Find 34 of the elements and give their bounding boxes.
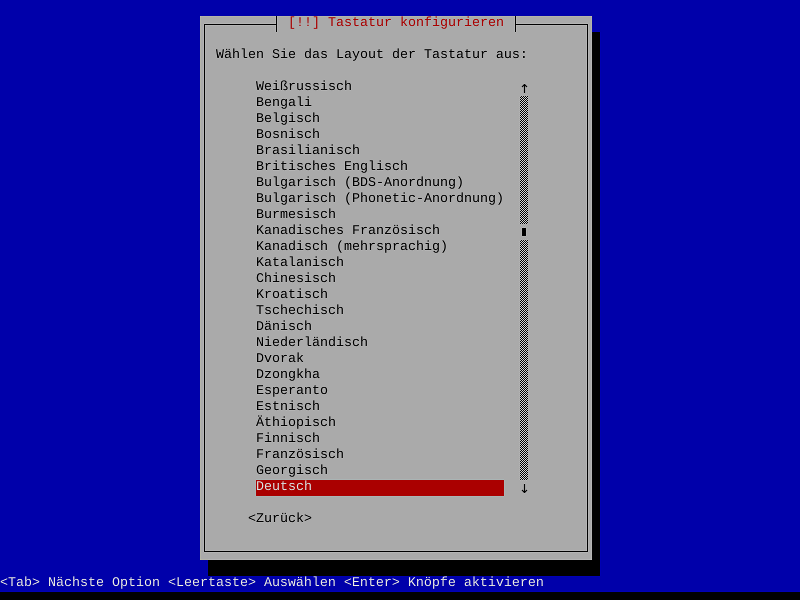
scrollbar-track[interactable] (520, 96, 528, 480)
list-option[interactable]: Estnisch (256, 400, 504, 416)
list-option[interactable]: Burmesisch (256, 208, 504, 224)
list-option[interactable]: Finnisch (256, 432, 504, 448)
scroll-down-arrow-icon[interactable] (520, 484, 528, 492)
list-option[interactable]: Kanadisch (mehrsprachig) (256, 240, 504, 256)
list-option[interactable]: Esperanto (256, 384, 504, 400)
list-option[interactable]: Tschechisch (256, 304, 504, 320)
list-option[interactable]: Katalanisch (256, 256, 504, 272)
back-button[interactable]: <Zurück> (248, 512, 312, 528)
list-option[interactable]: Georgisch (256, 464, 504, 480)
list-option[interactable]: Bosnisch (256, 128, 504, 144)
scroll-up-arrow-icon[interactable] (520, 84, 528, 92)
list-option[interactable]: Französisch (256, 448, 504, 464)
list-option[interactable]: Dänisch (256, 320, 504, 336)
list-option[interactable]: Deutsch (256, 480, 504, 496)
dialog-title: [!!] Tastatur konfigurieren (276, 16, 516, 32)
list-option[interactable]: Dvorak (256, 352, 504, 368)
list-option[interactable]: Kanadisches Französisch (256, 224, 504, 240)
list-option[interactable]: Chinesisch (256, 272, 504, 288)
list-option[interactable]: Dzongkha (256, 368, 504, 384)
list-option[interactable]: Brasilianisch (256, 144, 504, 160)
key-hints-bar: <Tab> Nächste Option <Leertaste> Auswählen <Enter> Knöpfe aktivieren (0, 576, 800, 592)
list-option[interactable]: Bengali (256, 96, 504, 112)
list-option[interactable]: Belgisch (256, 112, 504, 128)
list-option[interactable]: Äthiopisch (256, 416, 504, 432)
list-option[interactable]: Bulgarisch (Phonetic-Anordnung) (256, 192, 504, 208)
list-option[interactable]: Weißrussisch (256, 80, 504, 96)
list-option[interactable]: Bulgarisch (BDS-Anordnung) (256, 176, 504, 192)
scrollbar-thumb[interactable] (520, 224, 528, 240)
list-option[interactable]: Niederländisch (256, 336, 504, 352)
prompt-text: Wählen Sie das Layout der Tastatur aus: (216, 48, 529, 64)
list-option[interactable]: Kroatisch (256, 288, 504, 304)
list-option[interactable]: Britisches Englisch (256, 160, 504, 176)
